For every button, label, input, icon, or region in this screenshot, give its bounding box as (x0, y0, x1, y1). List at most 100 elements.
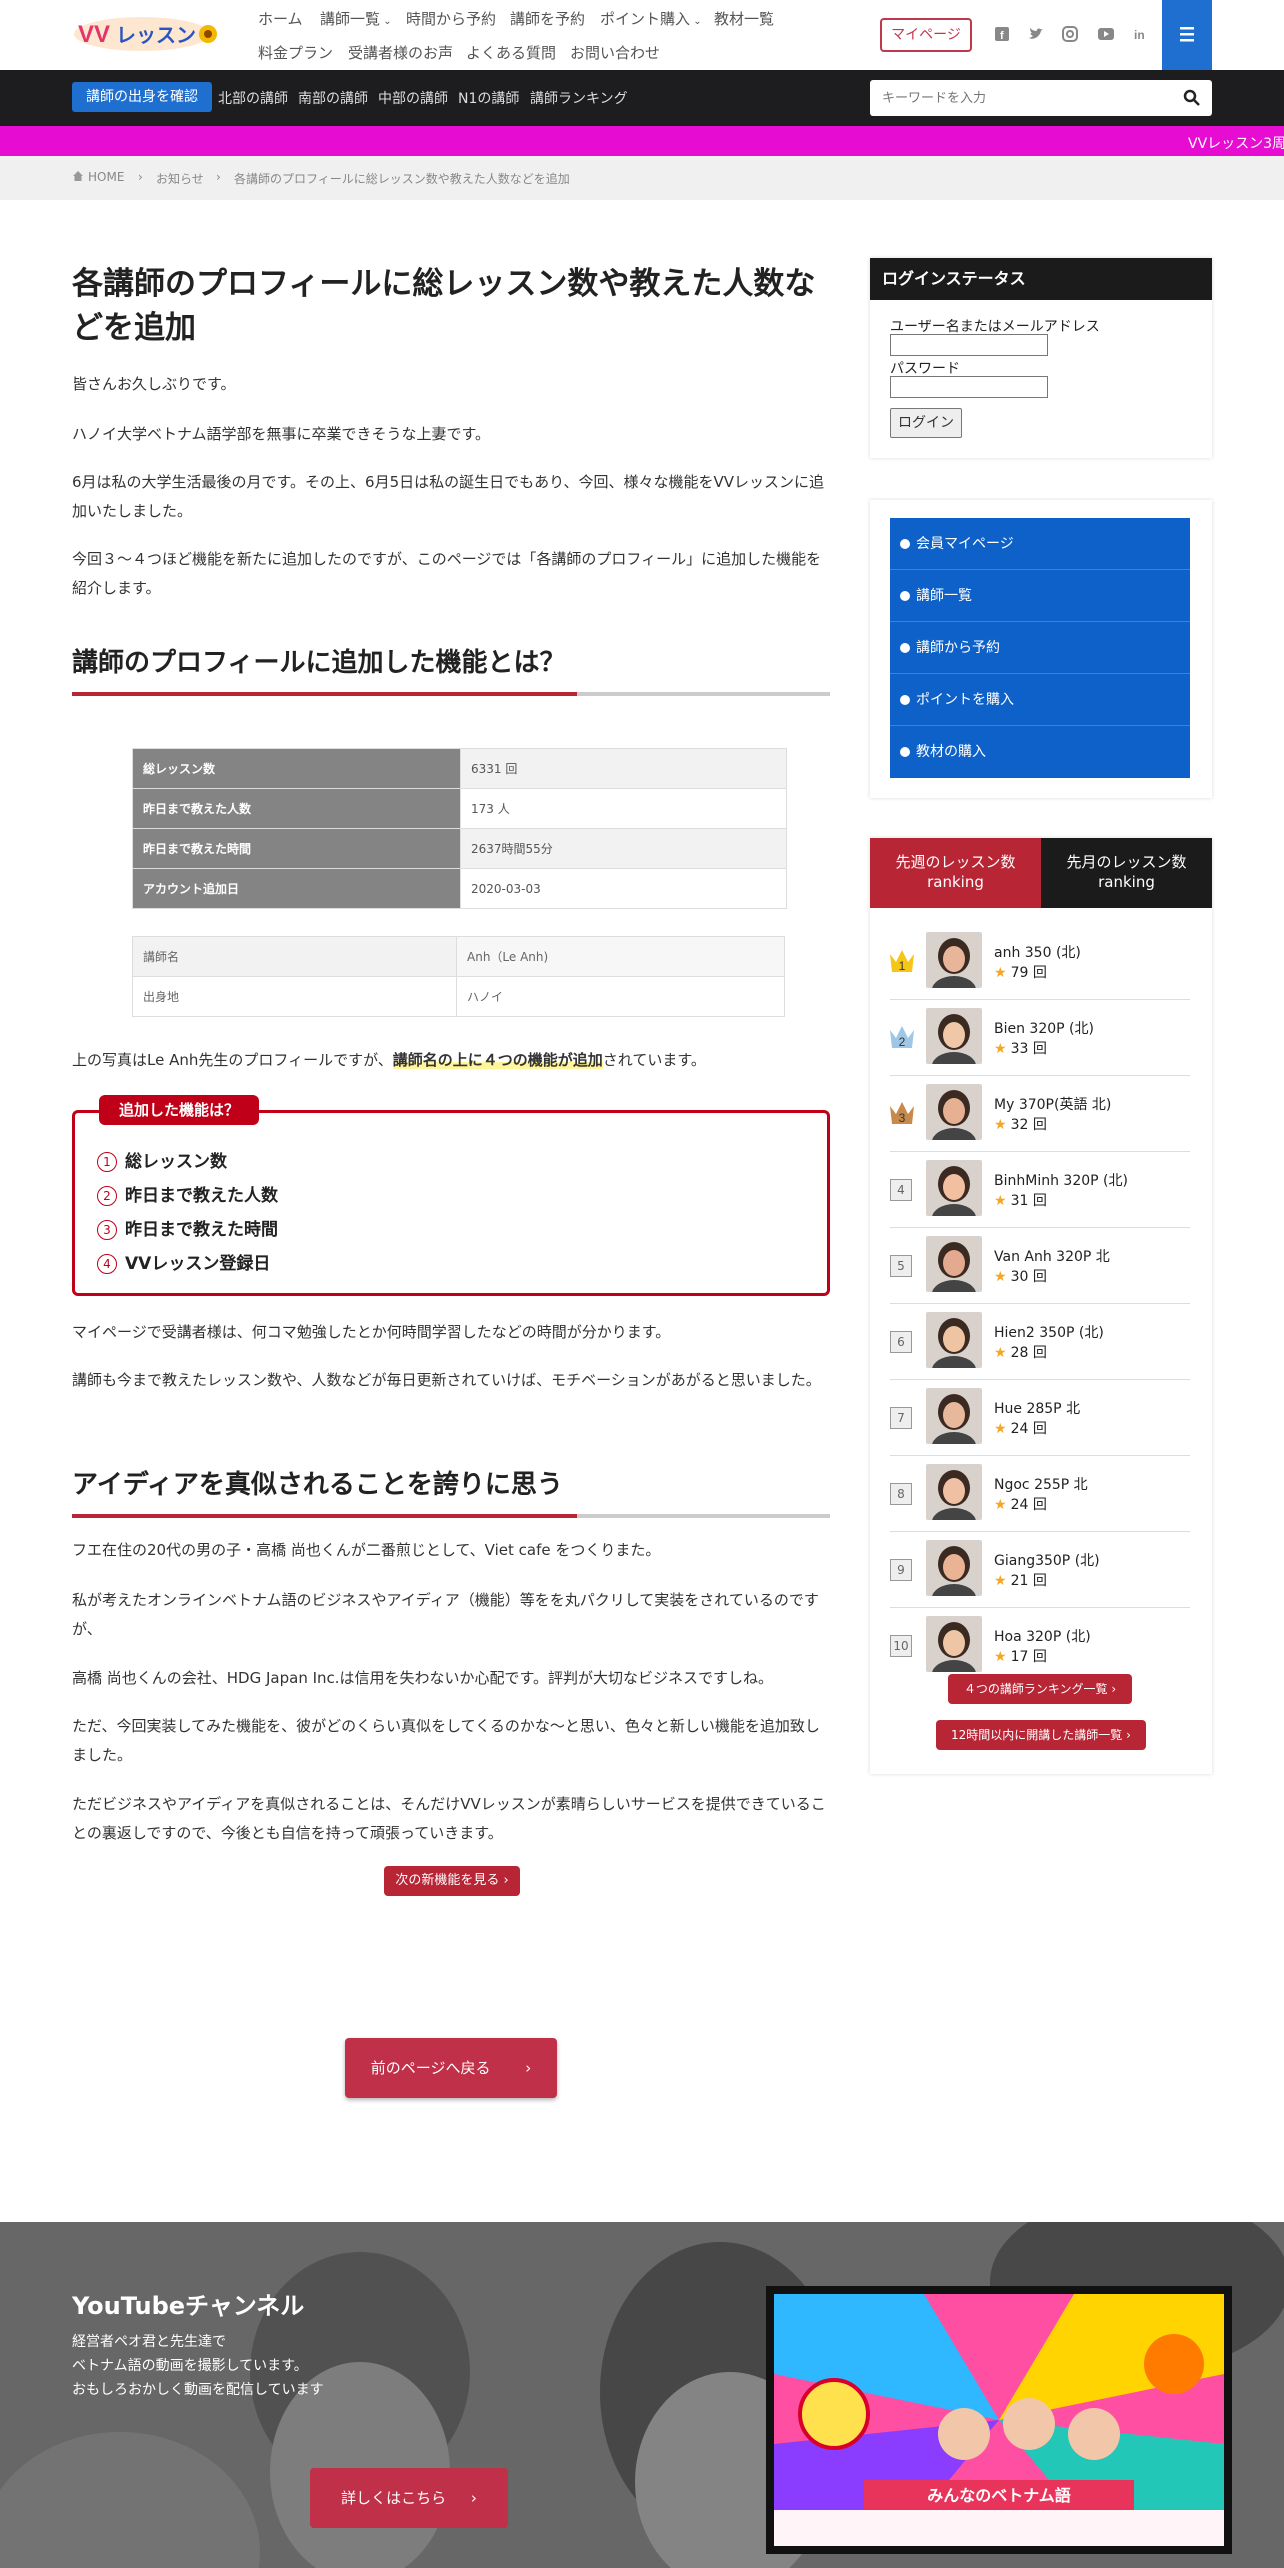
nav-pricing[interactable]: 料金プラン (258, 42, 333, 63)
linkedin-icon[interactable]: in (1128, 22, 1152, 46)
nav-time-booking[interactable]: 時間から予約 (406, 8, 496, 29)
feature-text: 総レッスン数 (125, 1152, 227, 1172)
teacher-avatar[interactable] (926, 1464, 982, 1520)
ranking-row[interactable]: 8 Ngoc 255P 北 ★ 24 回 (890, 1456, 1190, 1532)
teacher-avatar[interactable] (926, 1540, 982, 1596)
teacher-avatar[interactable] (926, 1388, 982, 1444)
menu-item-points[interactable]: ポイントを購入 (890, 674, 1190, 726)
teacher-avatar[interactable] (926, 1160, 982, 1216)
facebook-icon[interactable]: f (990, 22, 1014, 46)
feature-number: 2 (97, 1186, 117, 1206)
ranking-row[interactable]: 2 Bien 320P (北) ★ 33 回 (890, 1000, 1190, 1076)
lesson-count-value: 79 回 (1010, 965, 1047, 981)
teacher-avatar[interactable] (926, 1236, 982, 1292)
recent-teachers-button[interactable]: 12時間以内に開講した講師一覧 › (936, 1720, 1146, 1750)
star-icon: ★ (994, 1041, 1007, 1057)
username-field[interactable] (890, 334, 1048, 356)
teacher-avatar[interactable] (926, 1008, 982, 1064)
nav-materials[interactable]: 教材一覧 (714, 8, 774, 29)
teacher-name[interactable]: Hoa 320P (北) (994, 1626, 1091, 1646)
search-icon[interactable] (1182, 88, 1202, 108)
pill-label: 12時間以内に開講した講師一覧 (951, 1728, 1123, 1742)
twitter-icon[interactable] (1024, 22, 1048, 46)
teacher-name[interactable]: Van Anh 320P 北 (994, 1246, 1110, 1266)
menu-item-label: 講師一覧 (916, 588, 972, 604)
article-paragraph: 今回３〜４つほど機能を新たに追加したのですが、このページでは「各講師のプロフィー… (72, 550, 822, 597)
heading-underline (577, 1514, 830, 1518)
search-input[interactable] (870, 80, 1170, 116)
nav-home[interactable]: ホーム (258, 8, 303, 29)
ranking-row[interactable]: 1 anh 350 (北) ★ 79 回 (890, 924, 1190, 1000)
teacher-name[interactable]: anh 350 (北) (994, 942, 1081, 962)
svg-text:in: in (1134, 28, 1145, 42)
ranking-row[interactable]: 3 My 370P(英語 北) ★ 32 回 (890, 1076, 1190, 1152)
chevron-right-icon: › (525, 2059, 532, 2077)
menu-item-mypage[interactable]: 会員マイページ (890, 518, 1190, 570)
teacher-name[interactable]: Ngoc 255P 北 (994, 1474, 1088, 1494)
previous-page-button[interactable]: 前のページへ戻る › (345, 2038, 557, 2098)
teacher-name[interactable]: BinhMinh 320P (北) (994, 1170, 1128, 1190)
teacher-avatar[interactable] (926, 1084, 982, 1140)
ranking-row[interactable]: 10 Hoa 320P (北) ★ 17 回 (890, 1608, 1190, 1684)
teacher-avatar[interactable] (926, 932, 982, 988)
teacher-name[interactable]: Giang350P (北) (994, 1550, 1100, 1570)
hamburger-menu-button[interactable] (1162, 0, 1212, 70)
menu-item-teachers[interactable]: 講師一覧 (890, 570, 1190, 622)
announcement-marquee: VVレッスン3周 (0, 126, 1284, 156)
menu-item-materials[interactable]: 教材の購入 (890, 726, 1190, 778)
subnav-central[interactable]: 中部の講師 (378, 88, 448, 108)
ranking-row[interactable]: 6 Hien2 350P (北) ★ 28 回 (890, 1304, 1190, 1380)
teacher-name[interactable]: Hien2 350P (北) (994, 1322, 1104, 1342)
star-icon: ★ (994, 1269, 1007, 1285)
subnav-south[interactable]: 南部の講師 (298, 88, 368, 108)
section-heading: アイディアを真似されることを誇りに思う (72, 1464, 830, 1518)
tab-last-week-ranking[interactable]: 先週のレッスン数 ranking (870, 838, 1041, 908)
youtube-details-button[interactable]: 詳しくはこちら › (310, 2468, 508, 2528)
nav-teachers[interactable]: 講師一覧 ⌄ (320, 8, 392, 29)
youtube-description: 経営者ペオ君と先生達で (72, 2334, 226, 2350)
subnav-north[interactable]: 北部の講師 (218, 88, 288, 108)
confirm-origin-button[interactable]: 講師の出身を確認 (72, 82, 212, 112)
next-feature-button[interactable]: 次の新機能を見る › (384, 1866, 520, 1896)
menu-item-book[interactable]: 講師から予約 (890, 622, 1190, 674)
teacher-name[interactable]: My 370P(英語 北) (994, 1094, 1111, 1114)
rank-number: 1 (899, 959, 906, 973)
breadcrumb-home[interactable]: HOME (88, 170, 124, 184)
vv-lesson-logo[interactable]: VV レッスン (72, 12, 224, 54)
instagram-icon[interactable] (1058, 22, 1082, 46)
login-button[interactable]: ログイン (890, 408, 962, 438)
nav-faq[interactable]: よくある質問 (466, 42, 556, 63)
teacher-avatar[interactable] (926, 1312, 982, 1368)
ranking-row[interactable]: 9 Giang350P (北) ★ 21 回 (890, 1532, 1190, 1608)
ranking-list-button[interactable]: ４つの講師ランキング一覧 › (948, 1674, 1132, 1704)
subnav-ranking[interactable]: 講師ランキング (530, 88, 628, 108)
nav-point-purchase[interactable]: ポイント購入 ⌄ (600, 8, 702, 29)
profile-value: Anh（Le Anh) (456, 936, 785, 977)
youtube-thumbnail[interactable]: みんなのベトナム語 (766, 2286, 1232, 2554)
tab-last-month-ranking[interactable]: 先月のレッスン数 ranking (1041, 838, 1212, 908)
crown-icon: 1 (888, 946, 916, 976)
feature-number: 4 (97, 1254, 117, 1274)
nav-testimonials[interactable]: 受講者様のお声 (348, 42, 453, 63)
subnav-n1[interactable]: N1の講師 (458, 88, 519, 108)
article-paragraph: ハノイ大学ベトナム語学部を無事に卒業できそうな上妻です。 (72, 425, 491, 443)
youtube-icon[interactable] (1094, 22, 1118, 46)
svg-text:レッスン: レッスン (116, 23, 196, 47)
profile-key: 昨日まで教えた時間 (132, 828, 461, 869)
teacher-name[interactable]: Bien 320P (北) (994, 1018, 1094, 1038)
section-heading: 講師のプロフィールに追加した機能とは？ (72, 642, 830, 696)
lesson-count: ★ 24 回 (994, 1494, 1047, 1514)
breadcrumb-news[interactable]: お知らせ (156, 170, 204, 187)
nav-teacher-booking[interactable]: 講師を予約 (510, 8, 585, 29)
ranking-row[interactable]: 5 Van Anh 320P 北 ★ 30 回 (890, 1228, 1190, 1304)
password-field[interactable] (890, 376, 1048, 398)
nav-contact[interactable]: お問い合わせ (570, 42, 660, 63)
profile-key: 総レッスン数 (132, 748, 461, 789)
ranking-row[interactable]: 7 Hue 285P 北 ★ 24 回 (890, 1380, 1190, 1456)
youtube-description: おもしろおかしく動画を配信しています (72, 2382, 324, 2398)
feature-number: 1 (97, 1152, 117, 1172)
teacher-name[interactable]: Hue 285P 北 (994, 1398, 1080, 1418)
mypage-button[interactable]: マイページ (880, 18, 972, 52)
teacher-avatar[interactable] (926, 1616, 982, 1672)
ranking-row[interactable]: 4 BinhMinh 320P (北) ★ 31 回 (890, 1152, 1190, 1228)
